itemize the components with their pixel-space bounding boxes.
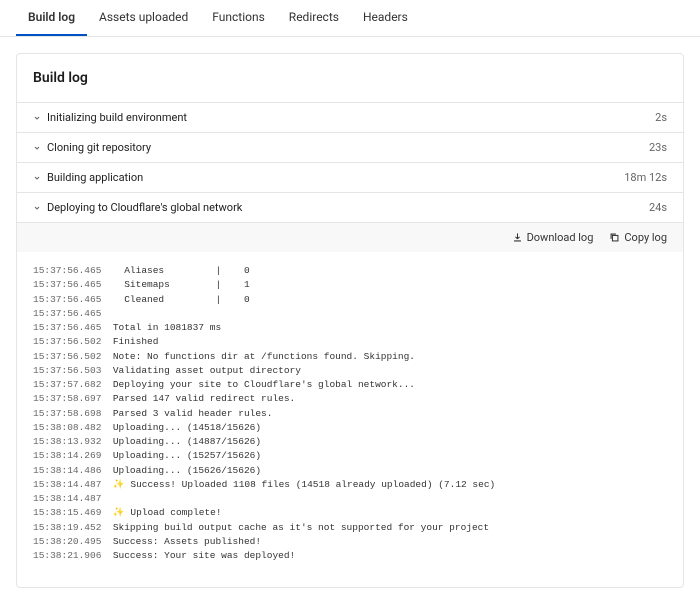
copy-icon: [609, 232, 620, 243]
tab-redirects[interactable]: Redirects: [277, 0, 351, 36]
log-line: 15:37:56.465: [33, 307, 667, 321]
download-log-label: Download log: [527, 231, 594, 244]
chevron-down-icon: [33, 204, 41, 212]
step-label: Deploying to Cloudflare's global network: [47, 201, 242, 214]
log-line: 15:38:20.495 Success: Assets published!: [33, 535, 667, 549]
step-label: Cloning git repository: [47, 141, 151, 154]
tabs-nav: Build logAssets uploadedFunctionsRedirec…: [0, 0, 700, 37]
log-line: 15:37:56.465 Sitemaps | 1: [33, 278, 667, 292]
step-duration: 23s: [649, 141, 667, 154]
build-step[interactable]: Cloning git repository 23s: [17, 132, 683, 162]
copy-log-button[interactable]: Copy log: [609, 231, 667, 244]
step-label: Building application: [47, 171, 143, 184]
log-line: 15:38:08.482 Uploading... (14518/15626): [33, 421, 667, 435]
log-line: 15:38:14.487 ✨ Success! Uploaded 1108 fi…: [33, 478, 667, 492]
chevron-down-icon: [33, 114, 41, 122]
log-line: 15:38:15.469 ✨ Upload complete!: [33, 506, 667, 520]
tab-functions[interactable]: Functions: [200, 0, 277, 36]
chevron-down-icon: [33, 174, 41, 182]
log-output: 15:37:56.465 Aliases | 015:37:56.465 Sit…: [17, 252, 683, 587]
log-line: 15:38:21.906 Success: Your site was depl…: [33, 549, 667, 563]
build-step[interactable]: Initializing build environment 2s: [17, 102, 683, 132]
step-duration: 2s: [655, 111, 667, 124]
step-duration: 18m 12s: [624, 171, 667, 184]
build-step[interactable]: Building application 18m 12s: [17, 162, 683, 192]
log-line: 15:38:14.487: [33, 492, 667, 506]
tab-assets-uploaded[interactable]: Assets uploaded: [87, 0, 200, 36]
panel-title: Build log: [17, 54, 683, 102]
copy-log-label: Copy log: [624, 231, 667, 244]
log-line: 15:38:13.932 Uploading... (14887/15626): [33, 435, 667, 449]
log-line: 15:37:57.682 Deploying your site to Clou…: [33, 378, 667, 392]
log-line: 15:37:58.697 Parsed 147 valid redirect r…: [33, 392, 667, 406]
log-line: 15:37:56.465 Cleaned | 0: [33, 293, 667, 307]
step-label: Initializing build environment: [47, 111, 187, 124]
log-line: 15:37:56.465 Total in 1081837 ms: [33, 321, 667, 335]
build-step[interactable]: Deploying to Cloudflare's global network…: [17, 192, 683, 222]
download-log-button[interactable]: Download log: [512, 231, 594, 244]
download-icon: [512, 232, 523, 243]
log-line: 15:37:56.502 Finished: [33, 335, 667, 349]
log-line: 15:37:56.503 Validating asset output dir…: [33, 364, 667, 378]
log-actions: Download log Copy log: [17, 222, 683, 252]
chevron-down-icon: [33, 144, 41, 152]
log-line: 15:37:56.465 Aliases | 0: [33, 264, 667, 278]
log-line: 15:37:58.698 Parsed 3 valid header rules…: [33, 407, 667, 421]
log-line: 15:38:14.486 Uploading... (15626/15626): [33, 464, 667, 478]
step-duration: 24s: [649, 201, 667, 214]
log-line: 15:38:14.269 Uploading... (15257/15626): [33, 449, 667, 463]
log-line: 15:37:56.502 Note: No functions dir at /…: [33, 350, 667, 364]
tab-build-log[interactable]: Build log: [16, 0, 87, 36]
build-log-panel: Build log Initializing build environment…: [16, 53, 684, 588]
tab-headers[interactable]: Headers: [351, 0, 420, 36]
log-line: 15:38:19.452 Skipping build output cache…: [33, 521, 667, 535]
